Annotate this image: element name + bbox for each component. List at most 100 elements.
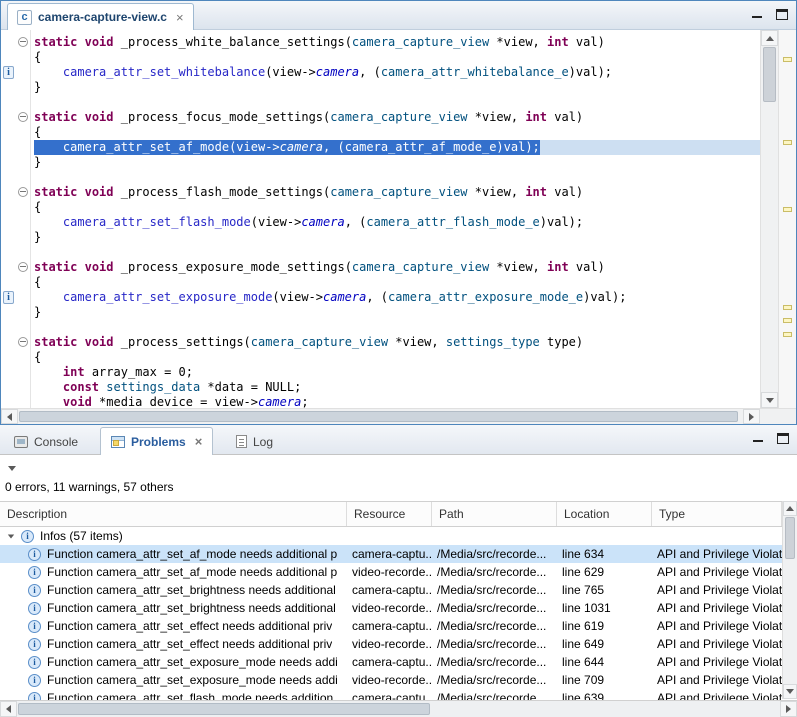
column-header-resource[interactable]: Resource [347, 502, 432, 526]
problem-row[interactable]: iFunction camera_attr_set_effect needs a… [0, 617, 782, 635]
bottom-horizontal-scrollbar [0, 700, 797, 717]
code-line[interactable]: { [34, 50, 760, 65]
code-line-text: camera_attr_set_flash_mode(view->camera,… [34, 215, 583, 230]
code-line[interactable]: static void _process_white_balance_setti… [34, 35, 760, 50]
column-header-description[interactable]: Description [0, 502, 347, 526]
column-header-type[interactable]: Type [652, 502, 782, 526]
cell-resource: camera-captu... [347, 655, 432, 669]
code-line[interactable]: } [34, 155, 760, 170]
scroll-right-button[interactable] [743, 409, 760, 424]
cell-resource: camera-captu... [347, 691, 432, 700]
maximize-icon[interactable] [776, 9, 788, 20]
scroll-left-button[interactable] [0, 701, 17, 717]
info-icon: i [28, 566, 41, 579]
occurrence-marker-icon[interactable] [783, 57, 792, 62]
code-line[interactable] [34, 320, 760, 335]
minimize-icon[interactable] [751, 8, 764, 20]
view-menu-arrow[interactable] [8, 466, 16, 471]
code-line[interactable]: camera_attr_set_exposure_mode(view->came… [34, 290, 760, 305]
cell-location: line 629 [557, 565, 652, 579]
fold-collapse-icon[interactable] [18, 112, 28, 122]
fold-collapse-icon[interactable] [18, 262, 28, 272]
info-annotation-icon[interactable]: i [3, 66, 14, 79]
maximize-icon[interactable] [777, 433, 789, 444]
minimize-icon[interactable] [752, 432, 765, 444]
occurrence-marker-icon[interactable] [783, 318, 792, 323]
occurrence-marker-icon[interactable] [783, 140, 792, 145]
editor-horizontal-scrollbar [1, 408, 760, 424]
horizontal-scrollbar-thumb[interactable] [19, 411, 738, 422]
code-line[interactable]: } [34, 305, 760, 320]
description-text: Function camera_attr_set_effect needs ad… [47, 637, 332, 651]
code-line[interactable]: } [34, 80, 760, 95]
close-icon[interactable]: × [176, 11, 184, 24]
description-text: Function camera_attr_set_exposure_mode n… [47, 655, 338, 669]
occurrence-marker-icon[interactable] [783, 305, 792, 310]
editor-tab-camera-capture-view[interactable]: c camera-capture-view.c × [7, 3, 194, 30]
cell-path: /Media/src/recorde... [432, 691, 557, 700]
code-line[interactable] [34, 95, 760, 110]
tab-log[interactable]: Log [226, 428, 283, 455]
cell-resource: video-recorde... [347, 673, 432, 687]
problem-row[interactable]: iFunction camera_attr_set_exposure_mode … [0, 671, 782, 689]
info-annotation-icon[interactable]: i [3, 291, 14, 304]
code-line[interactable]: camera_attr_set_flash_mode(view->camera,… [34, 215, 760, 230]
code-line[interactable]: int array_max = 0; [34, 365, 760, 380]
code-line[interactable]: camera_attr_set_whitebalance(view->camer… [34, 65, 760, 80]
code-line[interactable]: const settings_data *data = NULL; [34, 380, 760, 395]
tab-problems[interactable]: Problems × [100, 427, 213, 455]
code-line[interactable]: static void _process_settings(camera_cap… [34, 335, 760, 350]
cell-description: iFunction camera_attr_set_effect needs a… [0, 637, 347, 651]
close-icon[interactable]: × [195, 435, 203, 448]
expander-icon[interactable] [8, 534, 14, 538]
code-line[interactable]: static void _process_focus_mode_settings… [34, 110, 760, 125]
cell-location: line 619 [557, 619, 652, 633]
editor-tab-label: camera-capture-view.c [38, 10, 167, 24]
fold-collapse-icon[interactable] [18, 37, 28, 47]
problem-row[interactable]: iFunction camera_attr_set_brightness nee… [0, 581, 782, 599]
scroll-right-button[interactable] [780, 701, 797, 717]
problem-row[interactable]: iFunction camera_attr_set_effect needs a… [0, 635, 782, 653]
horizontal-scrollbar-thumb[interactable] [18, 703, 430, 715]
code-line[interactable]: } [34, 230, 760, 245]
scroll-left-button[interactable] [1, 409, 18, 424]
log-icon [236, 435, 247, 448]
problem-row[interactable]: iFunction camera_attr_set_brightness nee… [0, 599, 782, 617]
code-line[interactable]: { [34, 350, 760, 365]
vertical-scrollbar-thumb[interactable] [763, 47, 776, 102]
cell-path: /Media/src/recorde... [432, 547, 557, 561]
problem-row[interactable]: iFunction camera_attr_set_flash_mode nee… [0, 689, 782, 700]
code-line[interactable]: static void _process_flash_mode_settings… [34, 185, 760, 200]
fold-collapse-icon[interactable] [18, 337, 28, 347]
problem-row[interactable]: iFunction camera_attr_set_af_mode needs … [0, 563, 782, 581]
problem-row[interactable]: iFunction camera_attr_set_exposure_mode … [0, 653, 782, 671]
scroll-up-button[interactable] [783, 501, 797, 516]
code-line[interactable]: camera_attr_set_af_mode(view->camera, (c… [34, 140, 760, 155]
occurrence-marker-icon[interactable] [783, 207, 792, 212]
cell-resource: video-recorde... [347, 601, 432, 615]
code-line[interactable] [34, 245, 760, 260]
cell-path: /Media/src/recorde... [432, 601, 557, 615]
code-line[interactable]: { [34, 200, 760, 215]
fold-collapse-icon[interactable] [18, 187, 28, 197]
code-area[interactable]: static void _process_white_balance_setti… [32, 30, 760, 408]
code-line[interactable]: void *media_device = view->camera; [34, 395, 760, 408]
scroll-up-button[interactable] [761, 30, 778, 46]
occurrence-marker-icon[interactable] [783, 332, 792, 337]
cell-description: iFunction camera_attr_set_exposure_mode … [0, 655, 347, 669]
column-header-location[interactable]: Location [557, 502, 652, 526]
column-header-path[interactable]: Path [432, 502, 557, 526]
problem-row[interactable]: iFunction camera_attr_set_af_mode needs … [0, 545, 782, 563]
code-line[interactable]: { [34, 125, 760, 140]
group-row-infos[interactable]: i Infos (57 items) [0, 527, 782, 545]
code-line[interactable]: static void _process_exposure_mode_setti… [34, 260, 760, 275]
cell-type: API and Privilege Violat... [652, 673, 782, 687]
code-line-text: static void _process_flash_mode_settings… [34, 185, 583, 200]
cell-resource: camera-captu... [347, 583, 432, 597]
scroll-down-button[interactable] [761, 392, 778, 408]
scroll-down-button[interactable] [783, 684, 797, 699]
tab-console[interactable]: Console [4, 428, 88, 455]
vertical-scrollbar-thumb[interactable] [785, 517, 795, 559]
code-line[interactable]: { [34, 275, 760, 290]
code-line[interactable] [34, 170, 760, 185]
